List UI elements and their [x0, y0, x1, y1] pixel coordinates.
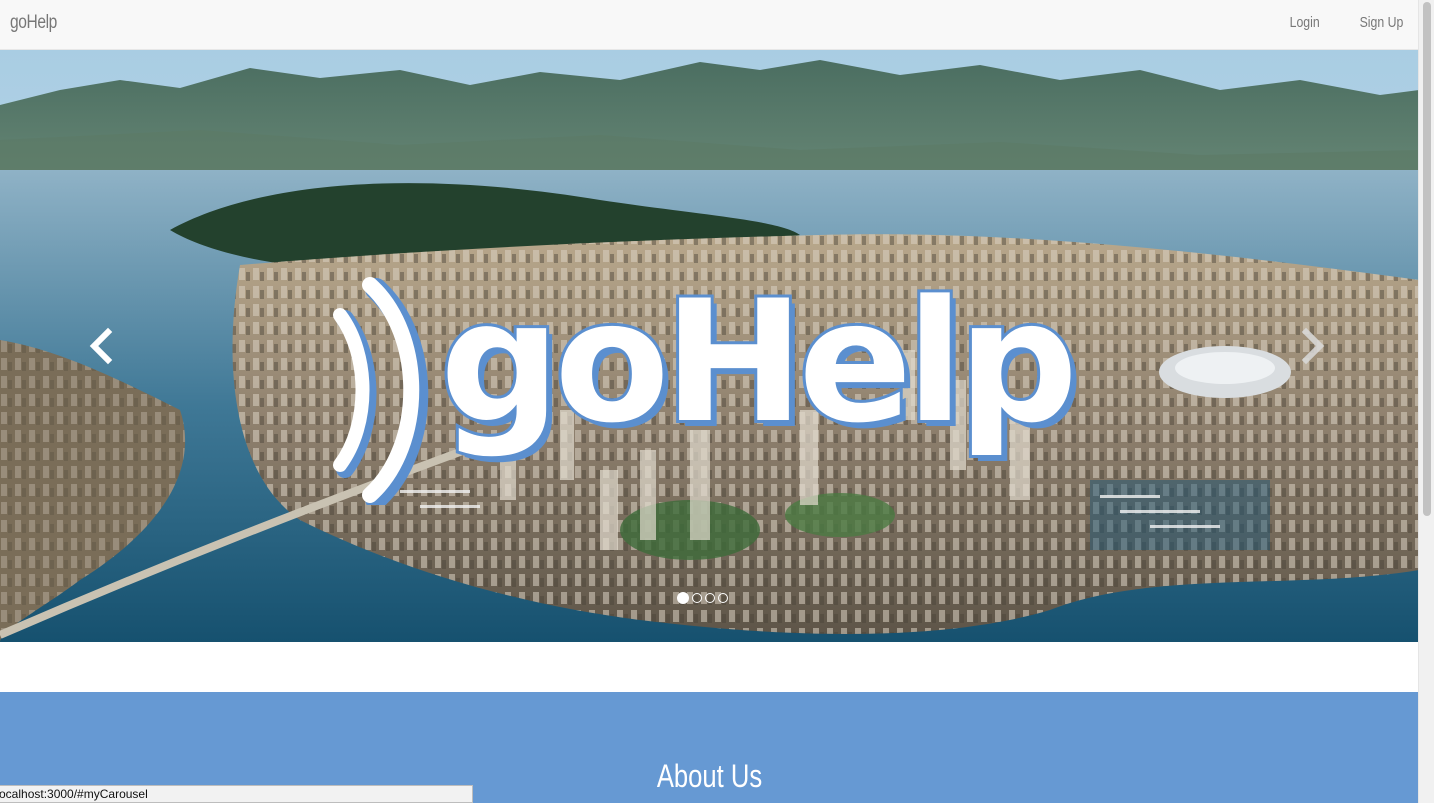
page: goHelp Login Sign Up goHelp About Us oca… — [0, 0, 1434, 803]
browser-status-bar: ocalhost:3000/#myCarousel — [0, 785, 473, 803]
carousel-indicator-2[interactable] — [692, 593, 702, 603]
login-link[interactable]: Login — [1290, 14, 1320, 31]
nav-links: Login Sign Up — [1283, 14, 1403, 31]
navbar: goHelp Login Sign Up — [0, 0, 1419, 50]
carousel-indicators — [677, 592, 728, 604]
carousel-prev-button[interactable] — [80, 322, 120, 372]
page-scrollbar[interactable] — [1418, 0, 1434, 803]
carousel-indicator-1[interactable] — [677, 592, 689, 604]
scrollbar-thumb[interactable] — [1423, 2, 1431, 516]
logo-text: goHelp — [437, 264, 1081, 460]
carousel-indicator-4[interactable] — [718, 593, 728, 603]
logo-signal-icon — [333, 277, 429, 505]
chevron-right-icon — [1301, 327, 1325, 365]
carousel-indicator-3[interactable] — [705, 593, 715, 603]
chevron-left-icon — [89, 327, 113, 365]
brand-link[interactable]: goHelp — [10, 12, 57, 34]
signup-link[interactable]: Sign Up — [1359, 14, 1403, 31]
hero-carousel: goHelp — [0, 50, 1419, 642]
carousel-next-button[interactable] — [1294, 322, 1334, 372]
